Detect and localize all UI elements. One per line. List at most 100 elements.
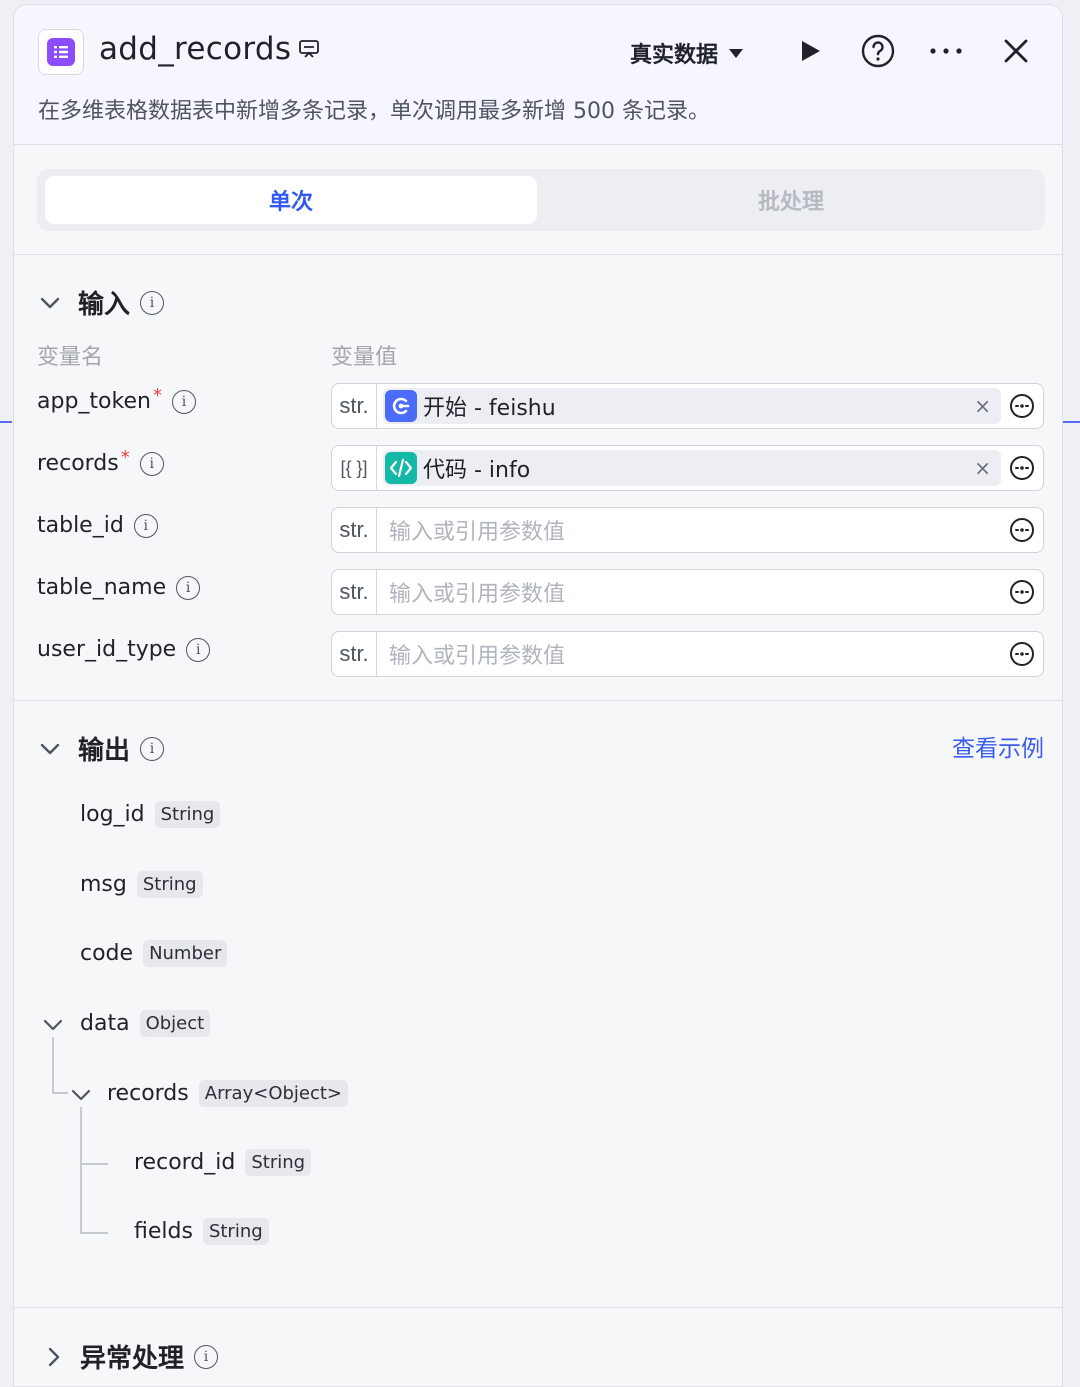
param-label-user-id-type: user_id_type i bbox=[37, 637, 211, 662]
type-selector[interactable]: str. bbox=[332, 632, 377, 676]
output-section: 输出 i 查看示例 log_id String msg String code … bbox=[14, 701, 1062, 1308]
param-label-app-token: app_token * i bbox=[37, 385, 196, 414]
canvas-edge-left bbox=[0, 421, 12, 423]
help-icon bbox=[861, 34, 895, 68]
type-selector[interactable]: str. bbox=[332, 508, 377, 552]
input-section: 输入 i 变量名 变量值 app_token * i str. 开始 - feis… bbox=[14, 255, 1062, 701]
input-section-header[interactable]: 输入 i bbox=[38, 284, 165, 321]
variable-picker-icon[interactable] bbox=[1009, 455, 1035, 481]
param-field-table-id[interactable]: str. 输入或引用参数值 bbox=[331, 507, 1044, 553]
param-name: user_id_type bbox=[37, 637, 177, 662]
info-icon[interactable]: i bbox=[171, 389, 196, 414]
code-node-icon bbox=[385, 452, 417, 484]
param-field-table-name[interactable]: str. 输入或引用参数值 bbox=[331, 569, 1044, 615]
tree-connector bbox=[52, 1037, 54, 1094]
remove-reference-icon[interactable]: × bbox=[974, 456, 991, 480]
param-field-records[interactable]: [{ }] 代码 - info × bbox=[331, 445, 1044, 491]
type-badge: String bbox=[154, 801, 221, 828]
chevron-down-icon bbox=[38, 737, 62, 761]
param-label-table-id: table_id i bbox=[37, 513, 158, 538]
output-field-fields: fields String bbox=[134, 1218, 269, 1245]
remove-reference-icon[interactable]: × bbox=[974, 394, 991, 418]
node-settings-panel: add_records 真实数据 在多维表格数据表中新增多条记录，单次调用最多新… bbox=[13, 4, 1063, 1387]
info-icon[interactable]: i bbox=[140, 736, 165, 761]
variable-picker-icon[interactable] bbox=[1009, 579, 1035, 605]
tab-single[interactable]: 单次 bbox=[45, 176, 537, 224]
error-handling-section: 异常处理 i bbox=[14, 1308, 1062, 1386]
reference-text: 开始 - feishu bbox=[423, 396, 556, 421]
type-badge: String bbox=[136, 871, 203, 898]
bitable-plugin-icon bbox=[38, 29, 84, 75]
type-selector[interactable]: str. bbox=[332, 384, 377, 428]
param-field-user-id-type[interactable]: str. 输入或引用参数值 bbox=[331, 631, 1044, 677]
info-icon[interactable]: i bbox=[139, 451, 164, 476]
node-title: add_records bbox=[99, 31, 292, 67]
close-icon bbox=[1004, 39, 1028, 63]
tree-connector bbox=[52, 1092, 68, 1094]
edit-title-icon[interactable] bbox=[298, 39, 320, 65]
param-label-records: records * i bbox=[37, 447, 164, 476]
param-input-placeholder[interactable]: 输入或引用参数值 bbox=[377, 514, 1043, 546]
required-mark: * bbox=[152, 385, 162, 406]
output-field-log-id: log_id String bbox=[80, 801, 221, 828]
tree-connector bbox=[80, 1232, 108, 1234]
panel-header: add_records 真实数据 在多维表格数据表中新增多条记录，单次调用最多新… bbox=[14, 5, 1062, 145]
run-mode-tabs: 单次 批处理 bbox=[37, 169, 1045, 231]
column-header-value: 变量值 bbox=[331, 345, 398, 370]
start-node-icon bbox=[385, 390, 417, 422]
info-icon[interactable]: i bbox=[140, 290, 165, 315]
param-label-table-name: table_name i bbox=[37, 575, 201, 600]
see-example-link[interactable]: 查看示例 bbox=[952, 729, 1044, 763]
output-field-name: code bbox=[80, 941, 134, 966]
help-button[interactable] bbox=[860, 33, 896, 69]
variable-picker-icon[interactable] bbox=[1009, 641, 1035, 667]
reference-tag[interactable]: 开始 - feishu × bbox=[383, 388, 1001, 424]
data-mode-dropdown[interactable]: 真实数据 bbox=[630, 37, 744, 69]
close-button[interactable] bbox=[998, 33, 1034, 69]
output-field-name: msg bbox=[80, 872, 127, 897]
run-mode-tabs-section: 单次 批处理 bbox=[14, 145, 1062, 255]
output-field-name: data bbox=[80, 1011, 130, 1036]
run-button[interactable] bbox=[792, 33, 828, 69]
output-field-name: record_id bbox=[134, 1150, 236, 1175]
chevron-down-icon[interactable] bbox=[70, 1088, 92, 1102]
type-badge: Number bbox=[143, 940, 228, 967]
info-icon[interactable]: i bbox=[194, 1344, 219, 1369]
info-icon[interactable]: i bbox=[133, 513, 158, 538]
tree-connector bbox=[80, 1163, 108, 1165]
tab-batch[interactable]: 批处理 bbox=[545, 176, 1037, 224]
param-input-placeholder[interactable]: 输入或引用参数值 bbox=[377, 638, 1043, 670]
more-icon bbox=[930, 48, 962, 54]
more-button[interactable] bbox=[928, 33, 964, 69]
param-name: table_id bbox=[37, 513, 124, 538]
output-field-data: data Object bbox=[80, 1010, 211, 1037]
play-icon bbox=[802, 41, 820, 61]
info-icon[interactable]: i bbox=[176, 575, 201, 600]
chevron-down-icon bbox=[38, 291, 62, 315]
output-field-code: code Number bbox=[80, 940, 228, 967]
type-selector[interactable]: [{ }] bbox=[332, 446, 377, 490]
output-field-msg: msg String bbox=[80, 871, 203, 898]
variable-picker-icon[interactable] bbox=[1009, 393, 1035, 419]
type-badge: String bbox=[202, 1218, 269, 1245]
node-description: 在多维表格数据表中新增多条记录，单次调用最多新增 500 条记录。 bbox=[38, 99, 710, 124]
output-field-record-id: record_id String bbox=[134, 1149, 312, 1176]
type-selector[interactable]: str. bbox=[332, 570, 377, 614]
variable-picker-icon[interactable] bbox=[1009, 517, 1035, 543]
info-icon[interactable]: i bbox=[186, 637, 211, 662]
type-badge: Object bbox=[139, 1010, 211, 1037]
chevron-down-icon[interactable] bbox=[42, 1018, 64, 1032]
output-section-header[interactable]: 输出 i bbox=[38, 730, 165, 767]
param-name: app_token bbox=[37, 389, 151, 414]
input-section-title: 输入 bbox=[78, 290, 131, 320]
type-badge: String bbox=[245, 1149, 312, 1176]
param-name: records bbox=[37, 451, 119, 476]
error-handling-header[interactable]: 异常处理 i bbox=[42, 1338, 219, 1375]
required-mark: * bbox=[120, 447, 130, 468]
param-input-placeholder[interactable]: 输入或引用参数值 bbox=[377, 576, 1043, 608]
reference-tag[interactable]: 代码 - info × bbox=[383, 450, 1001, 486]
data-mode-label: 真实数据 bbox=[630, 43, 719, 68]
output-section-title: 输出 bbox=[78, 736, 131, 766]
output-field-name: fields bbox=[134, 1219, 193, 1244]
param-field-app-token[interactable]: str. 开始 - feishu × bbox=[331, 383, 1044, 429]
